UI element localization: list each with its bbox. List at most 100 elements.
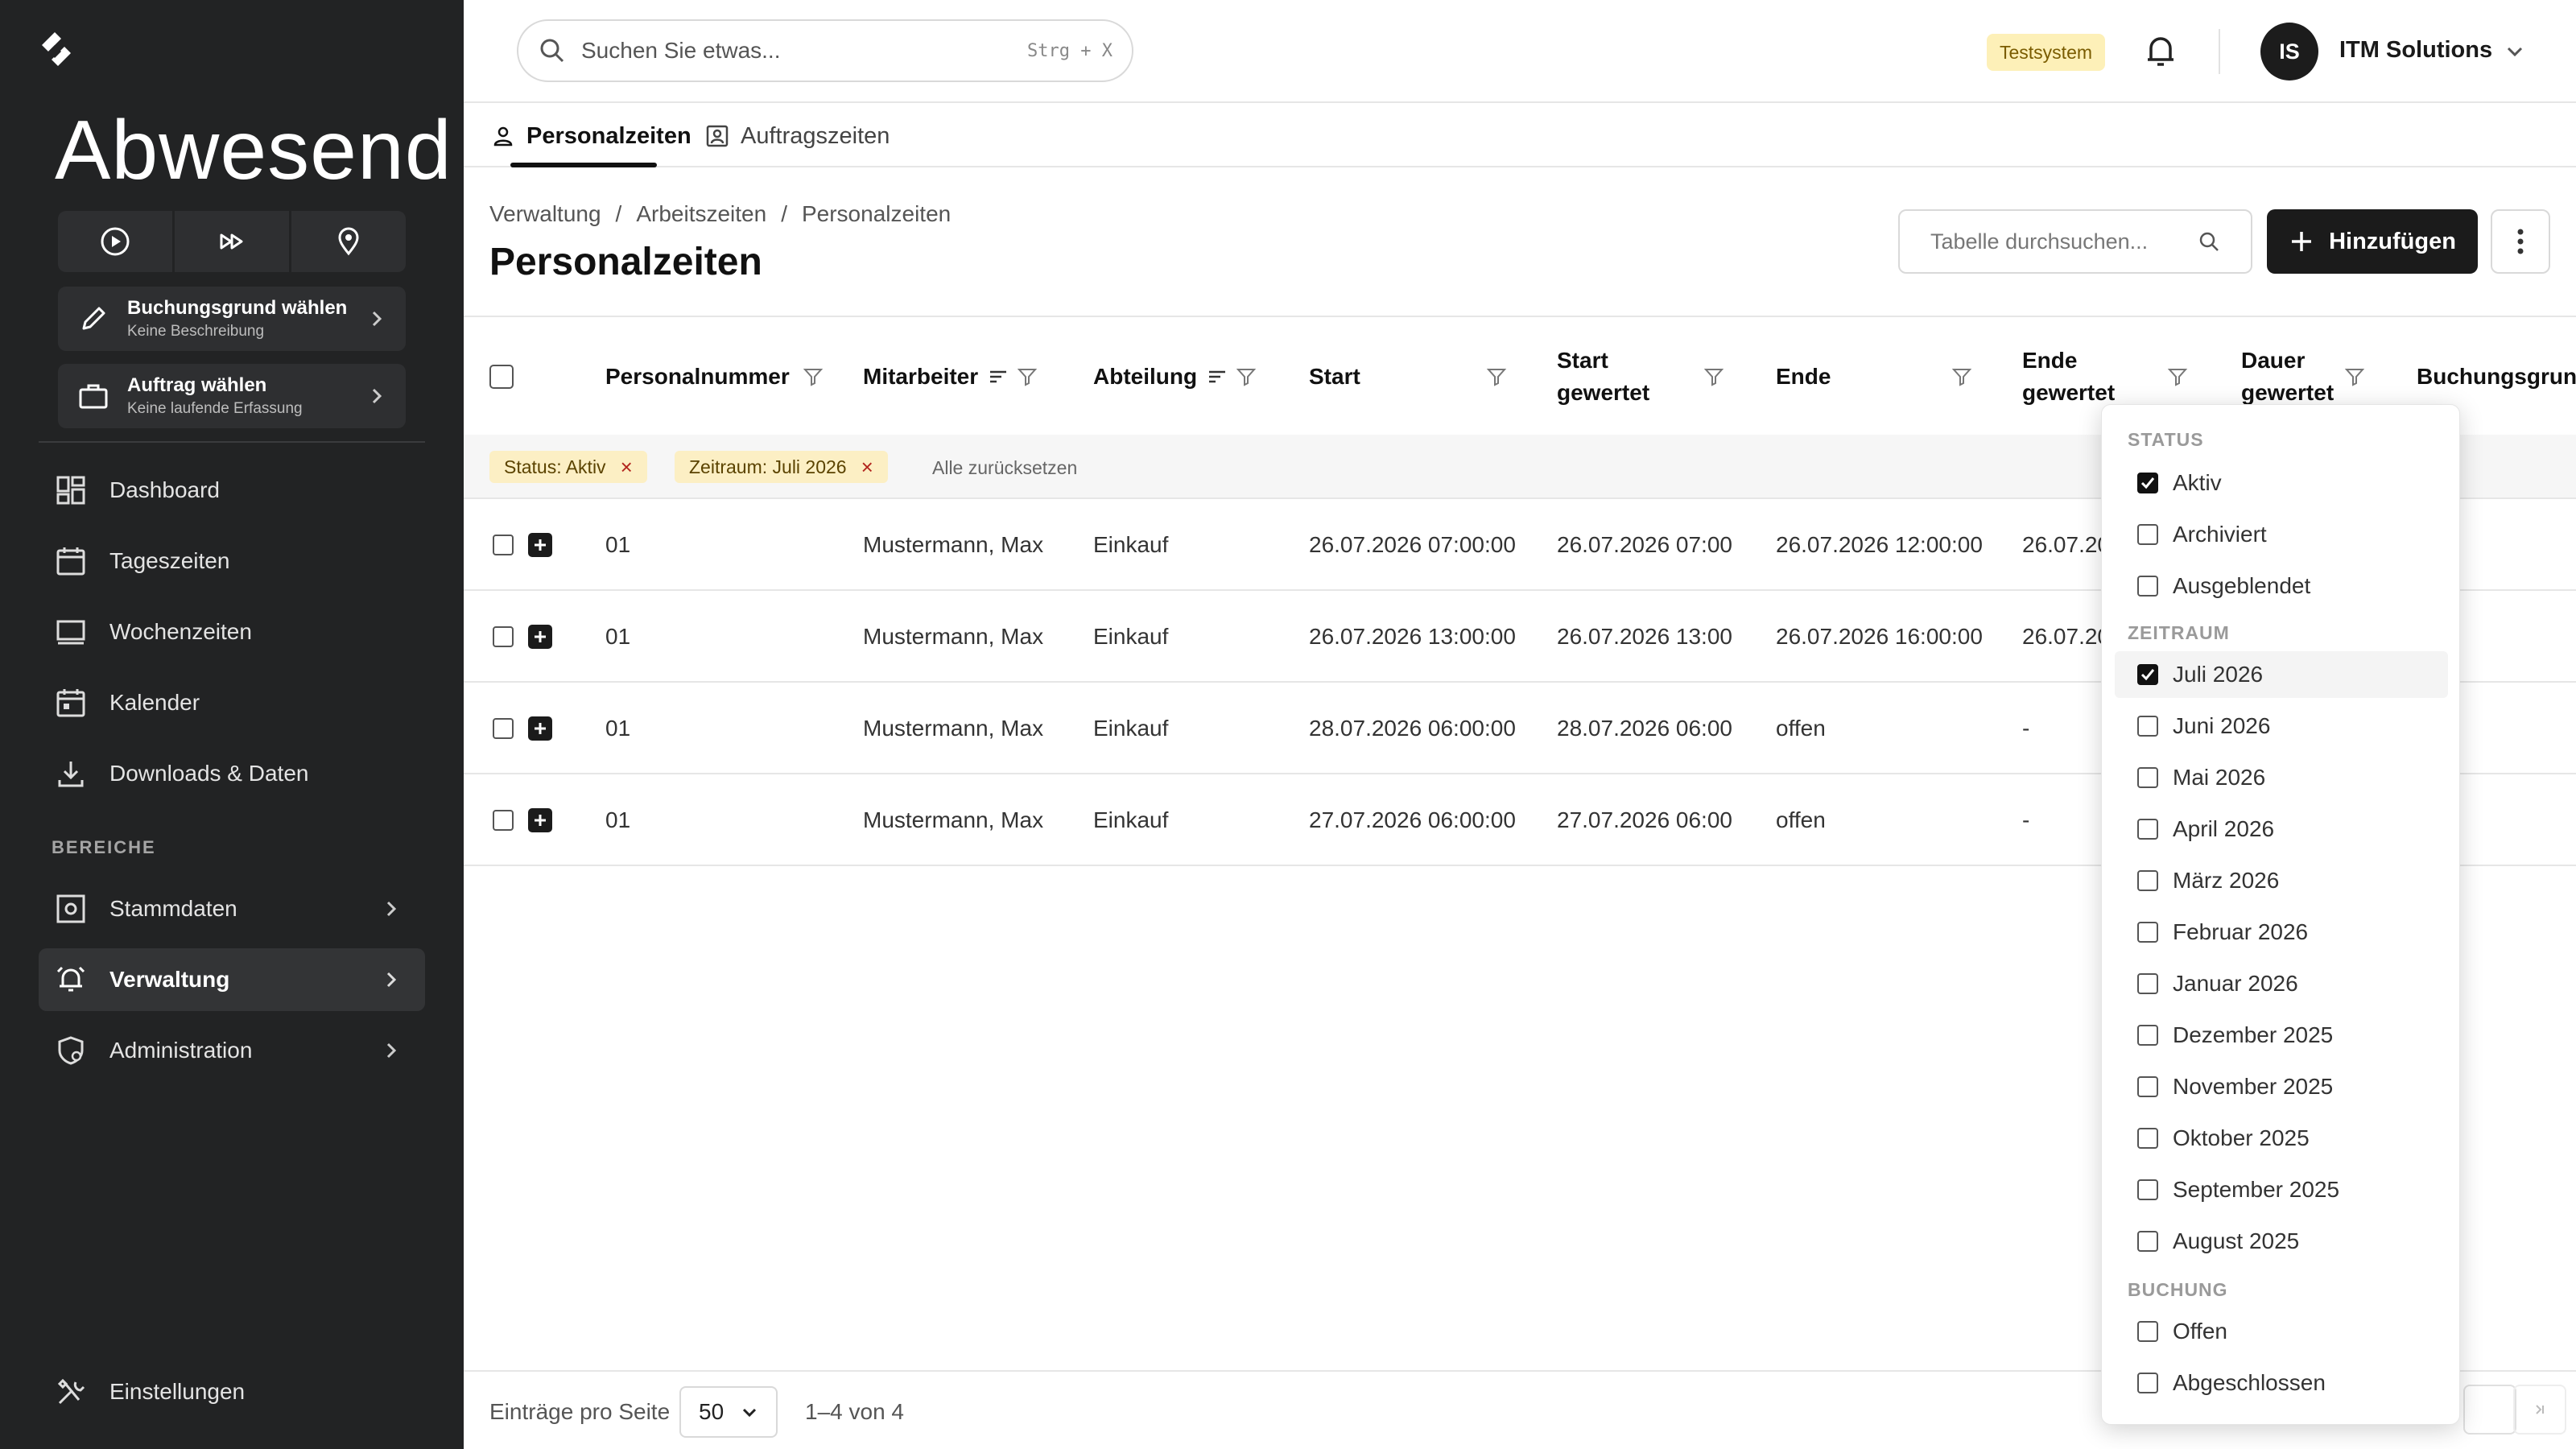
row-checkbox[interactable] (493, 499, 514, 591)
environment-badge: Testsystem (1987, 34, 2106, 71)
filter-option[interactable]: Oktober 2025 (2115, 1115, 2448, 1162)
sort-icon[interactable] (1207, 366, 1228, 387)
filter-icon[interactable] (2167, 366, 2188, 387)
expand-row-button[interactable] (528, 683, 552, 774)
sidebar-item-wochenzeiten[interactable]: Wochenzeiten (39, 601, 425, 663)
tab-personalzeiten[interactable]: Personalzeiten (491, 105, 691, 167)
column-start-gewertet[interactable]: Start gewertet (1557, 317, 1724, 436)
calendar-event-icon (56, 689, 85, 717)
filter-icon[interactable] (1486, 366, 1507, 387)
next-page-button[interactable] (2463, 1385, 2516, 1435)
plus-icon (535, 539, 546, 551)
option-label: Oktober 2025 (2173, 1125, 2310, 1150)
column-start[interactable]: Start (1309, 317, 1507, 436)
table-search-input[interactable]: Tabelle durchsuchen... (1930, 229, 2198, 254)
reset-filters-link[interactable]: Alle zurücksetzen (932, 457, 1077, 479)
breadcrumb-separator: / (781, 201, 787, 226)
table-search[interactable]: Tabelle durchsuchen... (1898, 209, 2252, 274)
filter-option[interactable]: Dezember 2025 (2115, 1012, 2448, 1059)
sidebar-item-kalender[interactable]: Kalender (39, 671, 425, 734)
order-subtitle: Keine laufende Erfassung (127, 400, 303, 417)
location-button[interactable] (291, 211, 406, 272)
option-label: Mai 2026 (2173, 765, 2266, 790)
cell-mitarbeiter: Mustermann, Max (863, 807, 1044, 832)
sidebar-item-administration[interactable]: Administration (39, 1019, 425, 1082)
close-icon[interactable]: × (621, 455, 633, 480)
row-checkbox[interactable] (493, 774, 514, 866)
sidebar-item-verwaltung[interactable]: Verwaltung (39, 948, 425, 1011)
column-mitarbeiter[interactable]: Mitarbeiter (863, 317, 1038, 436)
expand-row-button[interactable] (528, 591, 552, 683)
sidebar-item-downloads[interactable]: Downloads & Daten (39, 742, 425, 805)
filter-icon[interactable] (1951, 366, 1972, 387)
search-input[interactable]: Suchen Sie etwas... (581, 38, 1027, 64)
chevron-right-icon (372, 311, 382, 327)
notification-bell-icon[interactable] (2143, 32, 2178, 71)
filter-option[interactable]: August 2025 (2115, 1218, 2448, 1265)
chevron-right-icon (386, 972, 397, 988)
select-all-checkbox[interactable] (489, 317, 514, 436)
filter-option[interactable]: September 2025 (2115, 1166, 2448, 1213)
app-logo-icon[interactable] (34, 27, 79, 72)
column-personalnummer[interactable]: Personalnummer (605, 317, 824, 436)
sidebar-item-dashboard[interactable]: Dashboard (39, 459, 425, 522)
cell-start: 26.07.2026 13:00:00 (1309, 624, 1516, 649)
filter-option[interactable]: Januar 2026 (2115, 960, 2448, 1007)
tab-bar: Personalzeiten Auftragszeiten (464, 105, 2576, 167)
row-checkbox[interactable] (493, 591, 514, 683)
booking-reason-picker[interactable]: Buchungsgrund wählen Keine Beschreibung (58, 287, 406, 351)
row-checkbox[interactable] (493, 683, 514, 774)
last-page-button[interactable] (2513, 1385, 2566, 1435)
breadcrumb-item[interactable]: Verwaltung (489, 201, 601, 227)
sidebar-item-stammdaten[interactable]: Stammdaten (39, 877, 425, 940)
shield-user-icon (58, 1036, 84, 1065)
filter-option[interactable]: März 2026 (2115, 857, 2448, 904)
per-page-select[interactable]: 50 (679, 1386, 778, 1438)
filter-option[interactable]: Archiviert (2115, 511, 2448, 558)
filter-icon[interactable] (2344, 366, 2365, 387)
filter-chip-zeitraum[interactable]: Zeitraum: Juli 2026 × (675, 451, 888, 483)
settings-square-icon (56, 894, 85, 923)
switch-button[interactable] (175, 211, 291, 272)
filter-dropdown: STATUS Aktiv Archiviert Ausgeblendet ZEI… (2101, 404, 2460, 1425)
order-picker[interactable]: Auftrag wählen Keine laufende Erfassung (58, 364, 406, 428)
option-label: Dezember 2025 (2173, 1022, 2334, 1047)
cell-ende: 26.07.2026 12:00:00 (1776, 532, 1983, 557)
add-button[interactable]: Hinzufügen (2267, 209, 2478, 274)
filter-option[interactable]: November 2025 (2115, 1063, 2448, 1110)
tab-auftragszeiten[interactable]: Auftragszeiten (705, 105, 890, 167)
filter-option[interactable]: April 2026 (2115, 806, 2448, 852)
filter-option[interactable]: Februar 2026 (2115, 909, 2448, 956)
filter-option[interactable]: Ausgeblendet (2115, 563, 2448, 609)
filter-icon[interactable] (1236, 366, 1257, 387)
filter-icon[interactable] (803, 366, 824, 387)
cell-mitarbeiter: Mustermann, Max (863, 532, 1044, 557)
close-icon[interactable]: × (861, 455, 873, 480)
filter-option[interactable]: Juni 2026 (2115, 703, 2448, 749)
avatar[interactable]: IS (2260, 23, 2318, 80)
company-name[interactable]: ITM Solutions (2339, 37, 2492, 64)
start-button[interactable] (58, 211, 175, 272)
sort-icon[interactable] (988, 366, 1009, 387)
expand-row-button[interactable] (528, 774, 552, 866)
chevron-down-icon[interactable] (2504, 40, 2526, 63)
option-label: Offen (2173, 1319, 2227, 1344)
global-search[interactable]: Suchen Sie etwas... Strg + X (517, 19, 1133, 82)
column-abteilung[interactable]: Abteilung (1093, 317, 1257, 436)
filter-option[interactable]: Aktiv (2115, 460, 2448, 506)
filter-option[interactable]: Juli 2026 (2115, 651, 2448, 698)
sidebar-item-einstellungen[interactable]: Einstellungen (39, 1360, 425, 1423)
more-options-button[interactable] (2491, 209, 2550, 274)
sidebar-divider (39, 441, 425, 443)
filter-option[interactable]: Abgeschlossen (2115, 1360, 2448, 1406)
filter-option[interactable]: Mai 2026 (2115, 754, 2448, 801)
filter-option[interactable]: Offen (2115, 1308, 2448, 1355)
sidebar-item-tageszeiten[interactable]: Tageszeiten (39, 530, 425, 592)
breadcrumb-item[interactable]: Arbeitszeiten (636, 201, 766, 227)
filter-icon[interactable] (1703, 366, 1724, 387)
option-label: Aktiv (2173, 470, 2222, 495)
filter-icon[interactable] (1017, 366, 1038, 387)
filter-chip-status[interactable]: Status: Aktiv × (489, 451, 647, 483)
expand-row-button[interactable] (528, 499, 552, 591)
column-ende[interactable]: Ende (1776, 317, 1972, 436)
